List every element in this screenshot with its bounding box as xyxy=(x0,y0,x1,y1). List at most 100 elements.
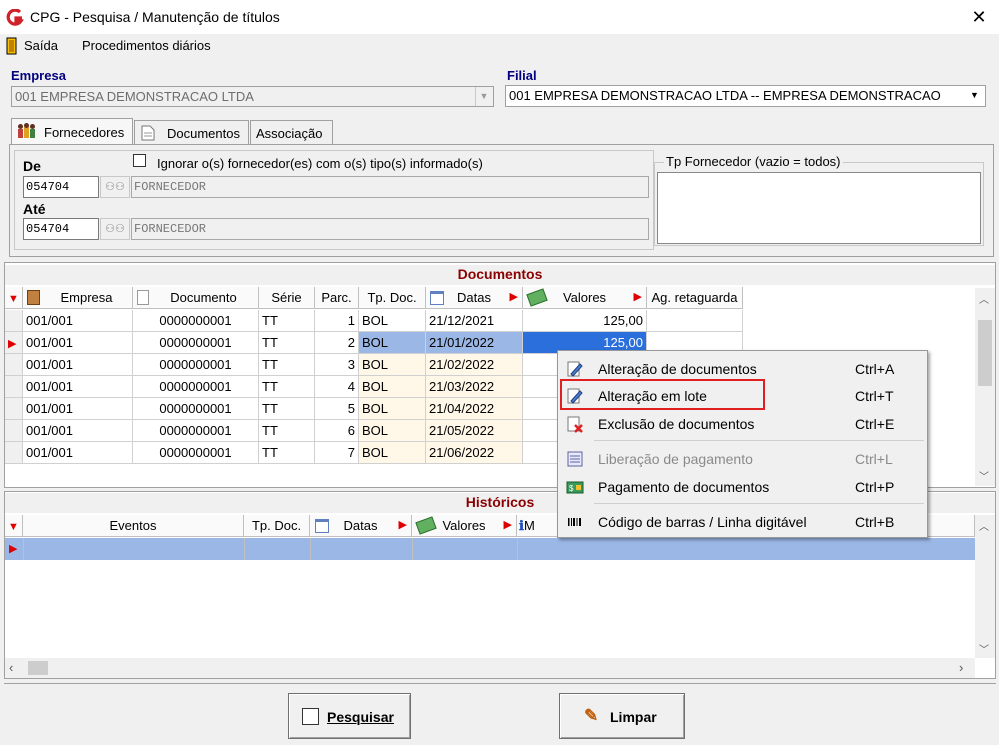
row-indicator[interactable] xyxy=(5,420,23,442)
table-cell-tp_doc[interactable]: BOL xyxy=(359,332,426,354)
col-documento-header[interactable]: Documento xyxy=(133,287,259,309)
table-cell-tp_doc[interactable]: BOL xyxy=(359,398,426,420)
hscroll-thumb[interactable] xyxy=(28,661,48,675)
row-indicator[interactable] xyxy=(5,354,23,376)
ctx-pagamento-documentos[interactable]: $ Pagamento de documentos Ctrl+P xyxy=(558,474,927,500)
table-cell-documento[interactable]: 0000000001 xyxy=(133,310,259,332)
col-datas-header[interactable]: Datas ▶ xyxy=(426,287,523,309)
table-cell-serie[interactable]: TT xyxy=(259,310,315,332)
row-indicator[interactable] xyxy=(5,442,23,464)
table-cell-tp_doc[interactable]: BOL xyxy=(359,442,426,464)
table-cell-valor[interactable]: 125,00 xyxy=(523,310,647,332)
scroll-up-icon[interactable]: ︿ xyxy=(979,518,989,533)
table-cell-documento[interactable]: 0000000001 xyxy=(133,376,259,398)
row-indicator[interactable] xyxy=(5,310,23,332)
table-cell-documento[interactable]: 0000000001 xyxy=(133,354,259,376)
table-cell-empresa[interactable]: 001/001 xyxy=(23,310,133,332)
table-cell-data[interactable]: 21/04/2022 xyxy=(426,398,523,420)
filial-dropdown-icon[interactable]: ▼ xyxy=(966,86,983,105)
table-cell-serie[interactable]: TT xyxy=(259,420,315,442)
table-cell-data[interactable]: 21/06/2022 xyxy=(426,442,523,464)
table-cell-data[interactable]: 21/05/2022 xyxy=(426,420,523,442)
col-tpdoc-header[interactable]: Tp. Doc. xyxy=(244,515,310,537)
table-cell-tp_doc[interactable]: BOL xyxy=(359,354,426,376)
table-cell-empresa[interactable]: 001/001 xyxy=(23,420,133,442)
historicos-vertical-scrollbar[interactable]: ︿ ﹀ xyxy=(975,515,995,658)
ignore-tipo-checkbox[interactable] xyxy=(133,154,146,167)
table-cell-parc[interactable]: 4 xyxy=(315,376,359,398)
row-indicator[interactable] xyxy=(5,376,23,398)
col-eventos-header[interactable]: Eventos xyxy=(23,515,244,537)
table-cell-tp_doc[interactable]: BOL xyxy=(359,420,426,442)
col-serie-header[interactable]: Série xyxy=(259,287,315,309)
col-valores-header[interactable]: Valores ▶ xyxy=(412,515,517,537)
search-binoculars-ate-icon[interactable]: ⚇⚇ xyxy=(100,218,130,240)
table-cell-ag[interactable] xyxy=(647,310,743,332)
table-cell-empresa[interactable]: 001/001 xyxy=(23,332,133,354)
table-cell-data[interactable]: 21/12/2021 xyxy=(426,310,523,332)
tipo-fornecedor-list[interactable] xyxy=(657,172,981,244)
filial-select[interactable]: 001 EMPRESA DEMONSTRACAO LTDA -- EMPRESA… xyxy=(505,85,986,107)
table-cell-parc[interactable]: 5 xyxy=(315,398,359,420)
table-cell-tp_doc[interactable]: BOL xyxy=(359,376,426,398)
table-cell-empresa[interactable]: 001/001 xyxy=(23,376,133,398)
tab-documentos[interactable]: Documentos xyxy=(134,120,249,144)
table-cell-serie[interactable]: TT xyxy=(259,354,315,376)
pesquisar-button[interactable]: Pesquisar xyxy=(288,693,411,739)
col-parc-header[interactable]: Parc. xyxy=(315,287,359,309)
table-cell-parc[interactable]: 7 xyxy=(315,442,359,464)
empresa-select[interactable]: 001 EMPRESA DEMONSTRACAO LTDA xyxy=(11,86,494,107)
table-cell-data[interactable]: 21/02/2022 xyxy=(426,354,523,376)
col-tpdoc-header[interactable]: Tp. Doc. xyxy=(359,287,426,309)
col-ag-retaguarda-header[interactable]: Ag. retaguarda xyxy=(647,287,743,309)
limpar-button[interactable]: ✎ Limpar xyxy=(559,693,685,739)
title-bar: CPG - Pesquisa / Manutenção de títulos ✕ xyxy=(0,0,999,34)
table-cell-parc[interactable]: 2 xyxy=(315,332,359,354)
search-binoculars-de-icon[interactable]: ⚇⚇ xyxy=(100,176,130,198)
table-cell-empresa[interactable]: 001/001 xyxy=(23,398,133,420)
money-icon xyxy=(526,288,548,307)
table-cell-documento[interactable]: 0000000001 xyxy=(133,442,259,464)
close-window-button[interactable]: ✕ xyxy=(968,6,990,28)
table-cell-documento[interactable]: 0000000001 xyxy=(133,332,259,354)
row-indicator[interactable]: ▶ xyxy=(5,332,23,354)
ctx-codigo-barras[interactable]: Código de barras / Linha digitável Ctrl+… xyxy=(558,509,927,535)
table-cell-empresa[interactable]: 001/001 xyxy=(23,354,133,376)
scroll-right-icon[interactable]: › xyxy=(959,660,963,675)
table-cell-serie[interactable]: TT xyxy=(259,398,315,420)
col-empresa-header[interactable]: Empresa xyxy=(23,287,133,309)
table-cell-serie[interactable]: TT xyxy=(259,332,315,354)
documentos-vertical-scrollbar[interactable]: ︿ ﹀ xyxy=(975,288,995,486)
col-valores-header[interactable]: Valores ▶ xyxy=(523,287,647,309)
row-indicator[interactable] xyxy=(5,398,23,420)
money-icon xyxy=(415,516,437,535)
menu-procedimentos-diarios[interactable]: Procedimentos diários xyxy=(82,38,211,53)
table-cell-parc[interactable]: 1 xyxy=(315,310,359,332)
historicos-selected-row[interactable]: ▶ xyxy=(5,538,975,560)
col-datas-header[interactable]: Datas ▶ xyxy=(310,515,412,537)
scroll-thumb[interactable] xyxy=(978,320,992,386)
fornecedor-de-code-input[interactable]: 054704 xyxy=(23,176,99,198)
scroll-down-icon[interactable]: ﹀ xyxy=(979,641,989,656)
tab-associacao[interactable]: Associação xyxy=(250,120,333,144)
scroll-down-icon[interactable]: ﹀ xyxy=(979,468,989,483)
menu-saida[interactable]: Saída xyxy=(24,38,58,53)
table-cell-tp_doc[interactable]: BOL xyxy=(359,310,426,332)
table-cell-serie[interactable]: TT xyxy=(259,442,315,464)
scroll-up-icon[interactable]: ︿ xyxy=(979,291,989,306)
table-cell-documento[interactable]: 0000000001 xyxy=(133,420,259,442)
table-cell-empresa[interactable]: 001/001 xyxy=(23,442,133,464)
scroll-left-icon[interactable]: ‹ xyxy=(9,660,13,675)
table-cell-data[interactable]: 21/01/2022 xyxy=(426,332,523,354)
empresa-dropdown-icon[interactable]: ▼ xyxy=(475,87,492,106)
table-cell-parc[interactable]: 6 xyxy=(315,420,359,442)
table-cell-documento[interactable]: 0000000001 xyxy=(133,398,259,420)
table-cell-serie[interactable]: TT xyxy=(259,376,315,398)
table-cell-parc[interactable]: 3 xyxy=(315,354,359,376)
table-cell-data[interactable]: 21/03/2022 xyxy=(426,376,523,398)
tab-fornecedores[interactable]: Fornecedores xyxy=(11,118,133,145)
window-title: CPG - Pesquisa / Manutenção de títulos xyxy=(30,9,280,25)
historicos-horizontal-scrollbar[interactable]: ‹ › xyxy=(5,658,975,678)
ctx-exclusao-documentos[interactable]: Exclusão de documentos Ctrl+E xyxy=(558,411,927,437)
fornecedor-ate-code-input[interactable]: 054704 xyxy=(23,218,99,240)
